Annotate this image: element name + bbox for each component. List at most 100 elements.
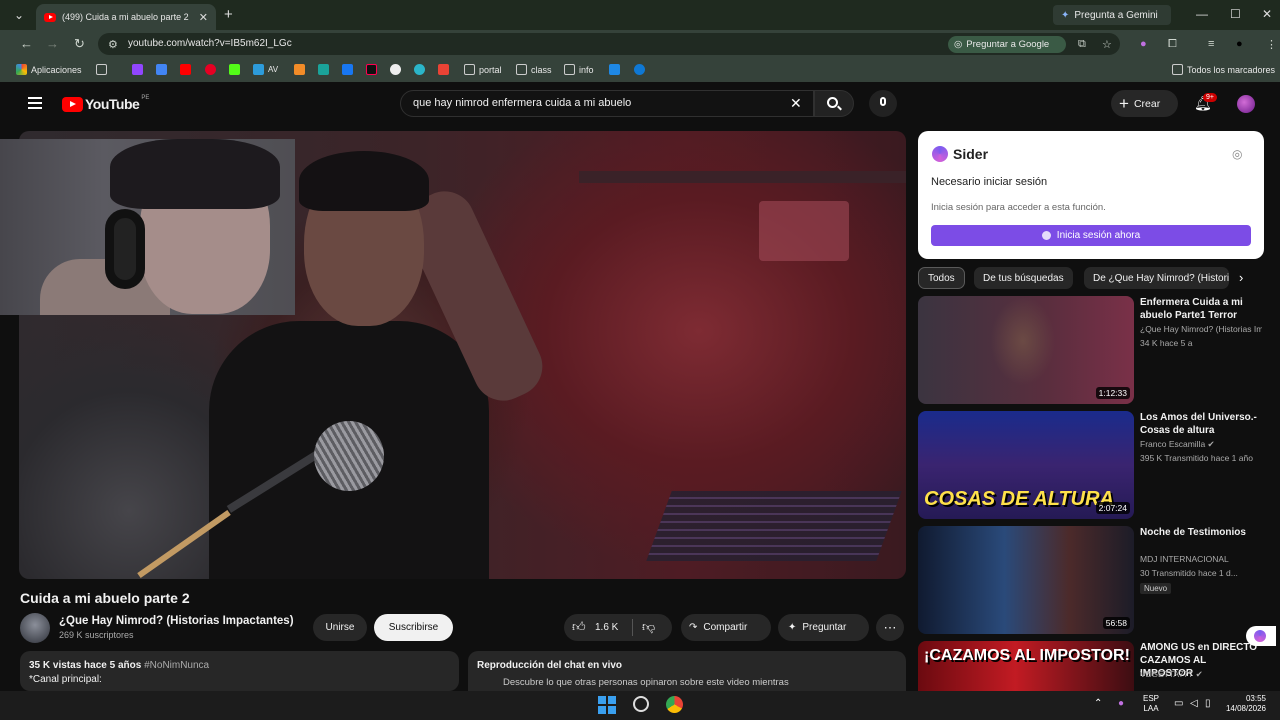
recommended-channel[interactable]: MDJ INTERNACIONAL: [1140, 554, 1262, 564]
join-button[interactable]: Unirse: [313, 614, 367, 641]
channel-name[interactable]: ¿Que Hay Nimrod? (Historias Impactantes): [59, 615, 294, 627]
search-input[interactable]: que hay nimrod enfermera cuida a mi abue…: [413, 97, 631, 109]
bookmark-info[interactable]: info: [564, 64, 594, 75]
description-box[interactable]: 35 K vistas hace 5 años #NoNimNunca *Can…: [20, 651, 459, 691]
bookmark-teal-icon[interactable]: [318, 64, 329, 75]
chip-all[interactable]: Todos: [918, 267, 965, 289]
cast-icon[interactable]: ⧉: [1078, 38, 1086, 51]
bookmark-blue-icon[interactable]: [609, 64, 620, 75]
app-icon[interactable]: [633, 696, 649, 712]
like-count[interactable]: 1.6 K: [595, 622, 618, 633]
profile-icon[interactable]: ●: [1236, 38, 1243, 50]
bookmark-star-icon[interactable]: ☆: [1102, 38, 1112, 51]
ask-button[interactable]: ✦ Preguntar: [778, 614, 869, 641]
edge-icon[interactable]: [414, 64, 425, 75]
voice-search-button[interactable]: [869, 90, 897, 117]
onedrive-icon[interactable]: [634, 64, 645, 75]
reload-icon[interactable]: ↻: [74, 36, 85, 52]
browser-tab[interactable]: (499) Cuida a mi abuelo parte 2 ✕: [36, 4, 216, 30]
tiktok-icon[interactable]: [366, 64, 377, 75]
clear-search-icon[interactable]: ✕: [790, 95, 802, 112]
video-thumbnail[interactable]: COSAS DE ALTURA 2:07:24: [918, 411, 1134, 519]
subscriber-count: 269 K suscriptores: [59, 630, 134, 640]
twitch-icon[interactable]: [132, 64, 143, 75]
youtube-logo[interactable]: YouTube PE: [62, 95, 149, 112]
recommended-title[interactable]: Noche de Testimonios: [1140, 526, 1262, 539]
recommended-video[interactable]: COSAS DE ALTURA 2:07:24 Los Amos del Uni…: [918, 411, 1268, 521]
ask-google-button[interactable]: ◎ Preguntar a Google: [948, 36, 1066, 53]
create-label: Crear: [1133, 97, 1161, 110]
tab-search-icon[interactable]: ⌄: [14, 8, 24, 22]
more-actions-icon[interactable]: ⋯: [876, 614, 904, 641]
chat-replay-box[interactable]: Reproducción del chat en vivo Descubre l…: [468, 651, 906, 691]
recommended-channel[interactable]: Franco Escamilla ✔: [1140, 439, 1262, 450]
kick-icon[interactable]: [229, 64, 240, 75]
volume-icon[interactable]: ◁: [1190, 698, 1198, 709]
video-thumbnail[interactable]: 56:58: [918, 526, 1134, 634]
sider-login-button[interactable]: Inicia sesión ahora: [931, 225, 1251, 246]
grid-bookmark-icon[interactable]: [96, 64, 107, 75]
share-button[interactable]: ↷ Compartir: [681, 614, 771, 641]
gmail-icon[interactable]: [438, 64, 449, 75]
recommended-video[interactable]: ¡CAZAMOS AL IMPOSTOR! AMONG US en DIRECT…: [918, 641, 1268, 691]
bookmark-apps[interactable]: Aplicaciones: [16, 64, 82, 75]
recommended-video[interactable]: 1:12:33 Enfermera Cuida a mi abuelo Part…: [918, 296, 1268, 406]
video-thumbnail[interactable]: ¡CAZAMOS AL IMPOSTOR!: [918, 641, 1134, 691]
all-bookmarks[interactable]: Todos los marcadores: [1172, 64, 1275, 75]
dislike-icon[interactable]: 👎︎: [642, 619, 655, 635]
chip-from-searches[interactable]: De tus búsquedas: [974, 267, 1073, 289]
like-icon[interactable]: 👍︎: [572, 619, 586, 635]
sider-text: Inicia sesión para acceder a esta funció…: [931, 202, 1106, 213]
bookmark-av-icon[interactable]: AV: [253, 64, 278, 75]
youtube-bookmark-icon[interactable]: [180, 64, 191, 75]
bookmark-class[interactable]: class: [516, 64, 552, 75]
youtube-play-icon: [62, 96, 83, 112]
system-clock[interactable]: 03:55 14/08/2026: [1218, 694, 1266, 714]
chatgpt-icon[interactable]: [390, 64, 401, 75]
bookmark-label: class: [531, 64, 552, 75]
sider-settings-icon[interactable]: ◎: [1232, 147, 1242, 161]
extensions-icon[interactable]: ⧠: [1168, 38, 1177, 51]
chrome-taskbar-icon[interactable]: [666, 696, 683, 713]
tab-close-icon[interactable]: ✕: [199, 11, 208, 24]
back-icon[interactable]: ←: [20, 36, 33, 51]
sider-floating-button[interactable]: [1246, 626, 1276, 646]
recommended-channel[interactable]: VEGETTA777 ✔: [1140, 669, 1262, 680]
minimize-icon[interactable]: —: [1196, 7, 1208, 21]
chrome-menu-icon[interactable]: ⋮: [1266, 38, 1277, 51]
translate-icon[interactable]: [156, 64, 167, 75]
site-info-icon[interactable]: ⚙: [108, 38, 118, 51]
recommended-channel[interactable]: ¿Que Hay Nimrod? (Historias Impactantes): [1140, 324, 1262, 334]
chevron-right-icon[interactable]: ›: [1239, 270, 1243, 285]
close-window-icon[interactable]: ✕: [1262, 7, 1272, 21]
pinterest-icon[interactable]: [205, 64, 216, 75]
search-button[interactable]: [814, 90, 854, 117]
hamburger-menu-icon[interactable]: [28, 97, 42, 112]
network-icon[interactable]: ▭: [1174, 698, 1183, 709]
input-language[interactable]: ESP LAA: [1143, 694, 1159, 714]
maximize-icon[interactable]: ☐: [1230, 7, 1241, 21]
windows-start-icon[interactable]: [598, 696, 616, 714]
video-thumbnail[interactable]: 1:12:33: [918, 296, 1134, 404]
sider-extension-icon[interactable]: ●: [1140, 38, 1147, 50]
new-tab-button[interactable]: +: [224, 6, 233, 23]
tray-mic-icon[interactable]: ●: [1118, 698, 1124, 709]
channel-avatar[interactable]: [20, 613, 50, 643]
bookmark-portal[interactable]: portal: [464, 64, 502, 75]
url-text[interactable]: youtube.com/watch?v=IB5m62I_LGc: [128, 38, 292, 49]
create-button[interactable]: + Crear: [1111, 90, 1178, 117]
gemini-button[interactable]: ✦ Pregunta a Gemini: [1053, 5, 1171, 25]
bookmark-orange-icon[interactable]: [294, 64, 305, 75]
recommended-title[interactable]: Los Amos del Universo.- Cosas de altura: [1140, 411, 1262, 437]
chip-from-channel[interactable]: De ¿Que Hay Nimrod? (Historias Impactant…: [1084, 267, 1229, 289]
subscribe-button[interactable]: Suscribirse: [374, 614, 453, 641]
hashtag-link[interactable]: #NoNimNunca: [144, 660, 209, 671]
meta-icon[interactable]: [342, 64, 353, 75]
tray-chevron-icon[interactable]: ⌃: [1094, 698, 1102, 709]
media-icon[interactable]: ≡: [1208, 38, 1214, 50]
account-avatar[interactable]: [1237, 95, 1255, 113]
recommended-title[interactable]: Enfermera Cuida a mi abuelo Parte1 Terro…: [1140, 296, 1262, 322]
forward-icon[interactable]: →: [46, 36, 59, 51]
battery-icon[interactable]: ▯: [1205, 698, 1211, 709]
recommended-video[interactable]: 56:58 Noche de Testimonios MDJ INTERNACI…: [918, 526, 1268, 636]
